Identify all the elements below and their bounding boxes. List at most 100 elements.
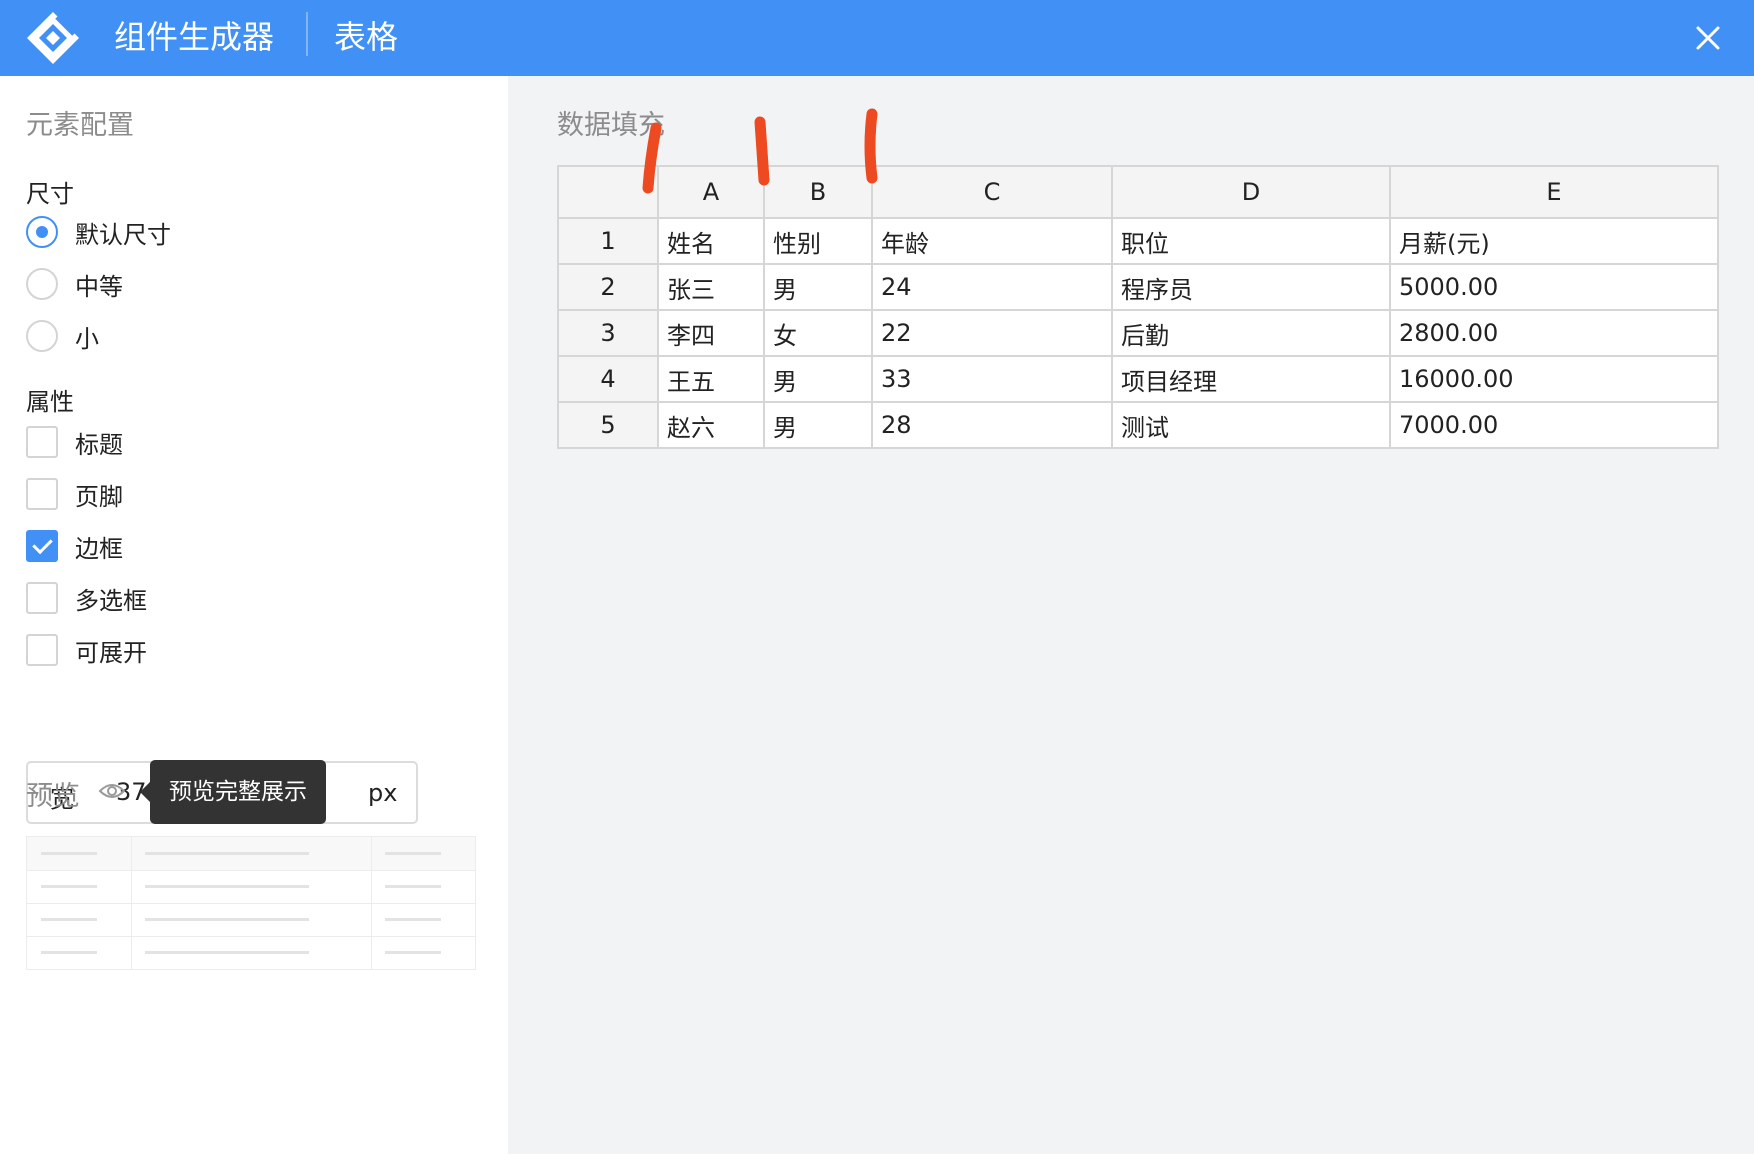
size-option-small[interactable]: 小: [26, 319, 99, 353]
preview-title: 预览: [26, 781, 80, 812]
grid-cell[interactable]: 7000.00: [1389, 401, 1719, 449]
width-unit: px: [368, 779, 398, 807]
eye-icon[interactable]: [98, 781, 126, 801]
preview-placeholder-bar: [385, 951, 441, 954]
column-header[interactable]: C: [871, 165, 1113, 219]
checkbox[interactable]: [26, 582, 58, 614]
radio-button[interactable]: [26, 320, 58, 352]
data-fill-title: 数据填充: [557, 110, 665, 141]
prop-option-label: 可展开: [75, 638, 147, 667]
grid-cell[interactable]: 男: [763, 263, 873, 311]
checkbox-checked[interactable]: [26, 530, 58, 562]
size-option-label: 中等: [75, 272, 123, 301]
grid-cell[interactable]: 月薪(元): [1389, 217, 1719, 265]
preview-placeholder-bar: [41, 852, 97, 855]
column-header-row: A B C D E: [557, 165, 1719, 219]
grid-cell[interactable]: 王五: [657, 355, 765, 403]
grid-cell[interactable]: 李四: [657, 309, 765, 357]
config-sidebar: 元素配置 尺寸 默认尺寸 中等 小 属性 标题 页脚 边框 多选框 可展开 宽 …: [0, 76, 508, 1154]
grid-cell[interactable]: 33: [871, 355, 1113, 403]
column-header[interactable]: A: [657, 165, 765, 219]
preview-placeholder-bar: [41, 951, 97, 954]
prop-option-footer[interactable]: 页脚: [26, 477, 123, 511]
size-option-default[interactable]: 默认尺寸: [26, 215, 171, 249]
grid-cell[interactable]: 年龄: [871, 217, 1113, 265]
prop-option-label: 页脚: [75, 482, 123, 511]
column-header[interactable]: B: [763, 165, 873, 219]
prop-option-multiselect[interactable]: 多选框: [26, 581, 147, 615]
preview-placeholder-bar: [385, 918, 441, 921]
grid-cell[interactable]: 女: [763, 309, 873, 357]
row-number[interactable]: 3: [557, 309, 659, 357]
grid-cell[interactable]: 项目经理: [1111, 355, 1391, 403]
preview-col-line: [131, 837, 132, 969]
component-type-title: 表格: [334, 18, 399, 56]
radio-button[interactable]: [26, 216, 58, 248]
close-icon[interactable]: [1692, 22, 1724, 54]
preview-col-line: [371, 837, 372, 969]
size-group-label: 尺寸: [26, 180, 74, 208]
checkbox[interactable]: [26, 426, 58, 458]
grid-cell[interactable]: 2800.00: [1389, 309, 1719, 357]
grid-cell[interactable]: 张三: [657, 263, 765, 311]
prop-option-title[interactable]: 标题: [26, 425, 123, 459]
grid-cell[interactable]: 24: [871, 263, 1113, 311]
size-option-medium[interactable]: 中等: [26, 267, 123, 301]
preview-placeholder-bar: [145, 951, 309, 954]
preview-placeholder-bar: [41, 918, 97, 921]
grid-cell[interactable]: 16000.00: [1389, 355, 1719, 403]
grid-cell[interactable]: 男: [763, 355, 873, 403]
table-row: 2 张三 男 24 程序员 5000.00: [557, 263, 1719, 311]
grid-cell[interactable]: 姓名: [657, 217, 765, 265]
preview-tooltip: 预览完整展示: [140, 760, 326, 824]
checkbox[interactable]: [26, 478, 58, 510]
row-number[interactable]: 1: [557, 217, 659, 265]
app-header: 组件生成器 表格: [0, 0, 1754, 76]
preview-placeholder-bar: [41, 885, 97, 888]
diamond-logo-icon: [27, 12, 79, 64]
grid-cell[interactable]: 22: [871, 309, 1113, 357]
size-option-label: 小: [75, 324, 99, 353]
preview-placeholder-bar: [145, 918, 309, 921]
grid-cell[interactable]: 后勤: [1111, 309, 1391, 357]
data-grid: A B C D E 1 姓名 性别 年龄 职位 月薪(元) 2 张三 男 24 …: [557, 165, 1719, 449]
column-header[interactable]: D: [1111, 165, 1391, 219]
preview-row-line: [27, 870, 475, 871]
preview-placeholder-bar: [145, 885, 309, 888]
prop-option-label: 标题: [75, 430, 123, 459]
grid-cell[interactable]: 性别: [763, 217, 873, 265]
row-number[interactable]: 4: [557, 355, 659, 403]
element-config-title: 元素配置: [26, 110, 134, 141]
grid-cell[interactable]: 28: [871, 401, 1113, 449]
grid-cell[interactable]: 程序员: [1111, 263, 1391, 311]
prop-option-label: 多选框: [75, 586, 147, 615]
prop-option-label: 边框: [75, 534, 123, 563]
preview-row-line: [27, 903, 475, 904]
size-option-label: 默认尺寸: [75, 220, 171, 249]
header-divider: [306, 12, 308, 56]
column-header[interactable]: E: [1389, 165, 1719, 219]
prop-option-expandable[interactable]: 可展开: [26, 633, 147, 667]
app-title: 组件生成器: [114, 18, 275, 56]
preview-row-line: [27, 936, 475, 937]
corner-cell[interactable]: [557, 165, 659, 219]
row-number[interactable]: 5: [557, 401, 659, 449]
table-row: 1 姓名 性别 年龄 职位 月薪(元): [557, 217, 1719, 265]
grid-cell[interactable]: 测试: [1111, 401, 1391, 449]
preview-placeholder-bar: [385, 852, 441, 855]
props-group-label: 属性: [26, 388, 74, 416]
preview-placeholder-bar: [385, 885, 441, 888]
table-preview: [26, 836, 476, 970]
grid-cell[interactable]: 职位: [1111, 217, 1391, 265]
table-row: 5 赵六 男 28 测试 7000.00: [557, 401, 1719, 449]
preview-placeholder-bar: [145, 852, 309, 855]
grid-cell[interactable]: 男: [763, 401, 873, 449]
table-row: 3 李四 女 22 后勤 2800.00: [557, 309, 1719, 357]
row-number[interactable]: 2: [557, 263, 659, 311]
prop-option-border[interactable]: 边框: [26, 529, 123, 563]
checkbox[interactable]: [26, 634, 58, 666]
grid-cell[interactable]: 赵六: [657, 401, 765, 449]
table-row: 4 王五 男 33 项目经理 16000.00: [557, 355, 1719, 403]
grid-cell[interactable]: 5000.00: [1389, 263, 1719, 311]
radio-button[interactable]: [26, 268, 58, 300]
